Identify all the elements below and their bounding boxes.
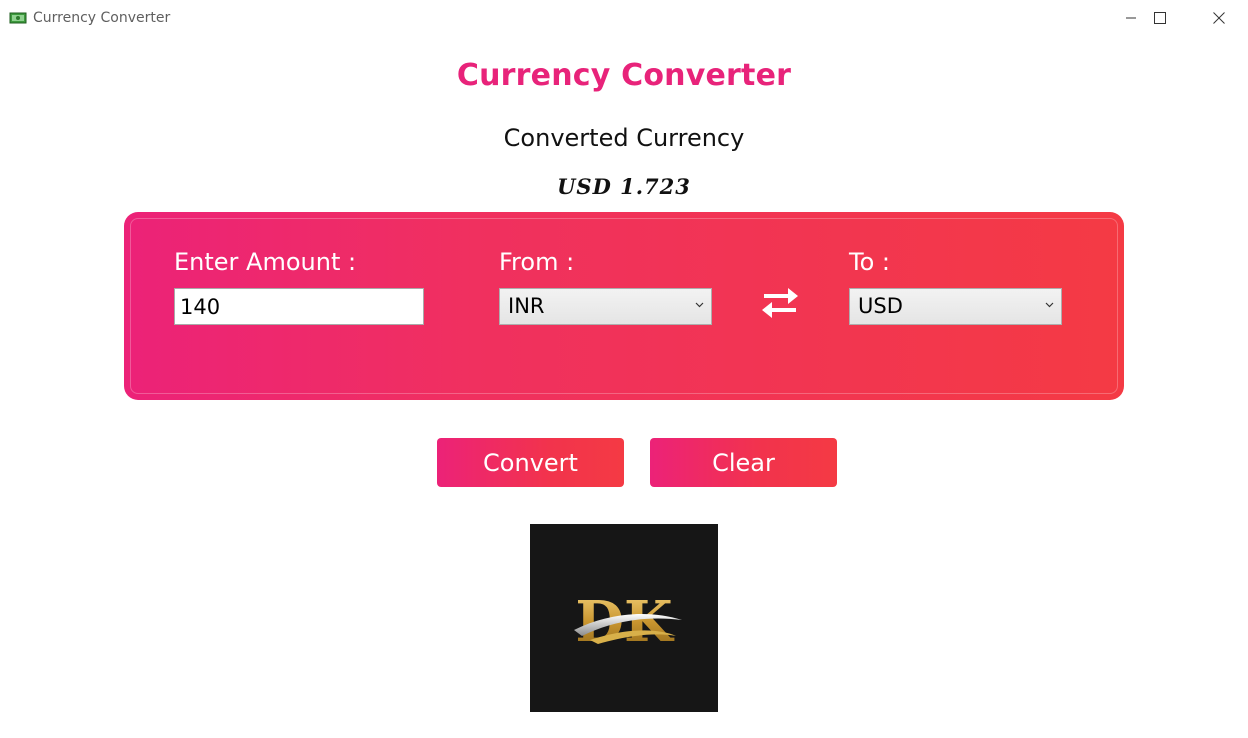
from-currency-select[interactable]: INR	[499, 288, 712, 325]
close-button[interactable]	[1196, 0, 1242, 36]
amount-label: Enter Amount :	[174, 248, 357, 276]
title-bar: Currency Converter	[0, 0, 1248, 36]
converted-currency-label: Converted Currency	[503, 124, 745, 152]
to-currency-value: USD	[858, 294, 903, 318]
clear-button[interactable]: Clear	[650, 438, 837, 487]
conversion-panel: Enter Amount : From : To : INR USD	[124, 212, 1124, 400]
converted-result: USD 1.723	[557, 174, 691, 199]
chevron-down-icon	[695, 302, 704, 308]
minimize-icon	[1126, 17, 1136, 19]
dk-logo: DK	[530, 524, 718, 712]
to-label: To :	[849, 248, 890, 276]
money-icon	[9, 12, 27, 24]
app-heading: Currency Converter	[456, 58, 792, 93]
window-title: Currency Converter	[33, 10, 171, 26]
maximize-button[interactable]	[1137, 0, 1183, 36]
logo-text: DK	[575, 589, 675, 655]
convert-button[interactable]: Convert	[437, 438, 624, 487]
logo-graphic: DK	[574, 589, 682, 655]
from-label: From :	[499, 248, 575, 276]
to-currency-select[interactable]: USD	[849, 288, 1062, 325]
swap-arrows-icon[interactable]	[758, 286, 802, 320]
amount-input[interactable]	[174, 288, 424, 325]
chevron-down-icon	[1045, 302, 1054, 308]
from-currency-value: INR	[508, 294, 545, 318]
close-icon	[1213, 12, 1225, 24]
maximize-icon	[1154, 12, 1166, 24]
